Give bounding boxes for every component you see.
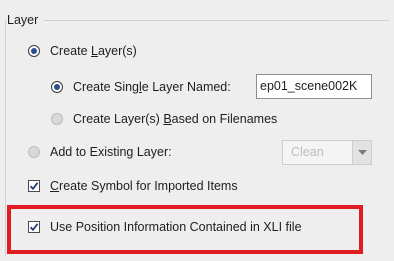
create-symbol-checkbox[interactable] bbox=[28, 180, 40, 192]
add-existing-radio[interactable] bbox=[28, 146, 40, 158]
single-layer-label: Create Single Layer Named: bbox=[73, 80, 231, 94]
existing-layer-value: Clean bbox=[291, 145, 324, 159]
red-highlight-box bbox=[7, 205, 363, 254]
create-layers-label: Create Layer(s) bbox=[50, 44, 137, 58]
single-layer-option[interactable]: Create Single Layer Named: bbox=[51, 77, 231, 97]
create-layers-option[interactable]: Create Layer(s) bbox=[28, 41, 137, 61]
group-title: Layer bbox=[6, 12, 45, 28]
create-symbol-label: Create Symbol for Imported Items bbox=[50, 179, 238, 193]
based-on-filenames-label: Create Layer(s) Based on Filenames bbox=[73, 112, 278, 126]
based-on-filenames-radio[interactable] bbox=[51, 113, 63, 125]
add-existing-label: Add to Existing Layer: bbox=[50, 145, 172, 159]
chevron-down-icon[interactable] bbox=[352, 141, 371, 164]
single-layer-radio[interactable] bbox=[51, 81, 63, 93]
create-symbol-option[interactable]: Create Symbol for Imported Items bbox=[28, 176, 238, 196]
based-on-filenames-option[interactable]: Create Layer(s) Based on Filenames bbox=[51, 109, 277, 129]
layer-name-input[interactable]: ep01_scene002K bbox=[256, 74, 372, 99]
existing-layer-select[interactable]: Clean bbox=[282, 140, 372, 165]
checkmark-icon bbox=[29, 182, 39, 191]
add-existing-option[interactable]: Add to Existing Layer: bbox=[28, 142, 172, 162]
create-layers-radio[interactable] bbox=[28, 45, 40, 57]
